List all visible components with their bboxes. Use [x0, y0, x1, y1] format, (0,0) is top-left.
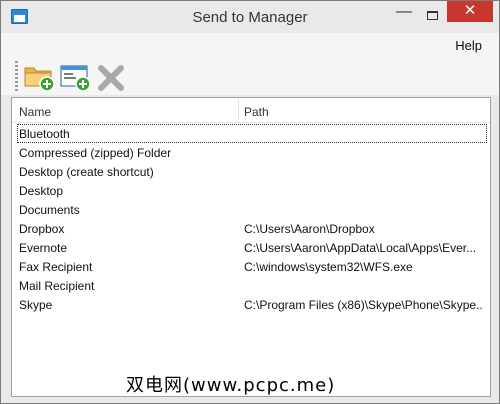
add-application-icon — [60, 65, 91, 92]
item-name: Desktop — [19, 184, 64, 198]
list-item[interactable]: Desktop (create shortcut) — [12, 162, 490, 181]
toolbar — [1, 55, 499, 95]
list-rows: Bluetooth Compressed (zipped) Folder Des… — [12, 124, 490, 314]
list-header: Name Path — [12, 98, 490, 123]
column-header-name[interactable]: Name — [19, 105, 51, 119]
list-item[interactable]: Evernote C:\Users\Aaron\AppData\Local\Ap… — [12, 238, 490, 257]
list-item[interactable]: Mail Recipient — [12, 276, 490, 295]
minimize-icon: — — [396, 3, 412, 20]
item-path: C:\Users\Aaron\AppData\Local\Apps\Ever..… — [244, 241, 477, 255]
send-to-list[interactable]: Name Path Bluetooth Compressed (zipped) … — [11, 97, 491, 397]
add-folder-button[interactable] — [23, 60, 55, 92]
item-name: Evernote — [19, 241, 68, 255]
menu-bar: Help — [1, 33, 499, 55]
item-name: Documents — [19, 203, 80, 217]
minimize-button[interactable]: — — [391, 3, 417, 27]
add-application-button[interactable] — [59, 60, 91, 92]
item-name: Desktop (create shortcut) — [19, 165, 154, 179]
list-item[interactable]: Documents — [12, 200, 490, 219]
send-to-manager-window: Send to Manager — ✕ Help Name Path Bluet… — [0, 0, 500, 404]
item-name: Bluetooth — [19, 127, 70, 141]
list-item[interactable]: Skype C:\Program Files (x86)\Skype\Phone… — [12, 295, 490, 314]
item-path: C:\windows\system32\WFS.exe — [244, 260, 413, 274]
list-item[interactable]: Dropbox C:\Users\Aaron\Dropbox — [12, 219, 490, 238]
maximize-icon — [426, 11, 438, 20]
item-name: Skype — [19, 298, 53, 312]
add-folder-icon — [24, 67, 55, 92]
title-bar[interactable]: Send to Manager — ✕ — [1, 1, 499, 33]
list-item[interactable]: Compressed (zipped) Folder — [12, 143, 490, 162]
maximize-button[interactable] — [419, 7, 445, 29]
item-path: C:\Program Files (x86)\Skype\Phone\Skype… — [244, 298, 484, 312]
close-button[interactable]: ✕ — [447, 1, 493, 22]
item-path: C:\Users\Aaron\Dropbox — [244, 222, 375, 236]
menu-help[interactable]: Help — [455, 38, 482, 53]
list-item[interactable]: Desktop — [12, 181, 490, 200]
close-icon: ✕ — [463, 2, 477, 19]
list-item[interactable]: Bluetooth — [17, 124, 487, 143]
item-name: Fax Recipient — [19, 260, 93, 274]
delete-button[interactable] — [95, 60, 127, 92]
item-name: Dropbox — [19, 222, 65, 236]
toolbar-grip[interactable] — [15, 61, 18, 91]
column-divider[interactable] — [238, 98, 239, 122]
item-name: Compressed (zipped) Folder — [19, 146, 172, 160]
item-name: Mail Recipient — [19, 279, 95, 293]
list-item[interactable]: Fax Recipient C:\windows\system32\WFS.ex… — [12, 257, 490, 276]
delete-icon — [98, 65, 124, 91]
watermark-text: 双电网(www.pcpc.me) — [126, 375, 336, 396]
column-header-path[interactable]: Path — [244, 105, 269, 119]
